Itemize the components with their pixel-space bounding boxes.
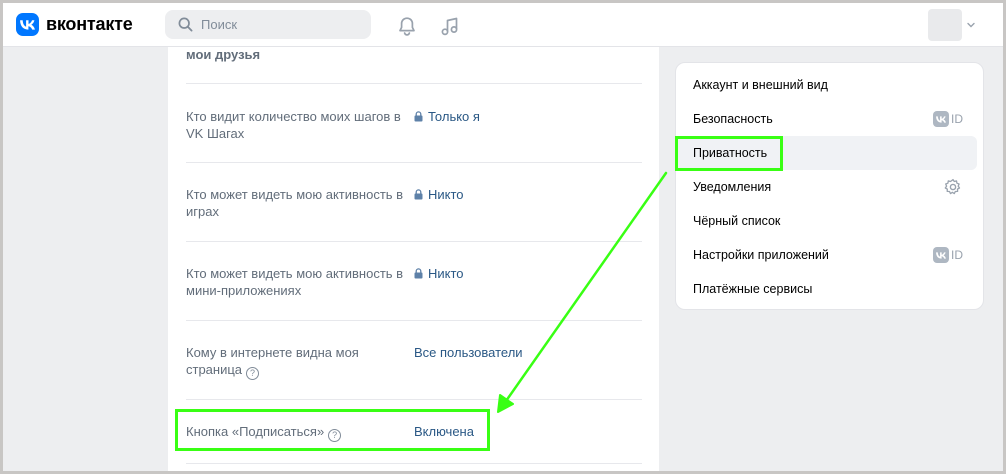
lock-icon — [414, 111, 423, 122]
search-placeholder: Поиск — [201, 17, 238, 32]
row-divider — [186, 463, 642, 464]
menu-item-notifications[interactable]: Уведомления — [676, 170, 977, 204]
section-label: мои друзья — [186, 47, 261, 62]
lock-icon — [414, 189, 423, 200]
vk-logo-icon — [16, 13, 39, 36]
lock-icon — [414, 268, 423, 279]
row-divider — [186, 162, 642, 163]
row-divider — [186, 241, 642, 242]
setting-value-text: Все пользователи — [414, 345, 523, 360]
search-icon — [177, 17, 193, 33]
search-input[interactable]: Поиск — [165, 10, 371, 39]
menu-item-label: Уведомления — [693, 180, 772, 194]
menu-item-label: Настройки приложений — [693, 248, 829, 262]
vk-id-text: ID — [951, 248, 963, 262]
menu-item-payments[interactable]: Платёжные сервисы — [676, 272, 977, 306]
gear-icon[interactable] — [944, 178, 962, 196]
setting-value-internet[interactable]: Все пользователи — [414, 344, 523, 361]
menu-item-account[interactable]: Аккаунт и внешний вид — [676, 68, 977, 102]
logo-text: вконтакте — [46, 14, 133, 34]
vk-logo[interactable]: вконтакте — [16, 13, 133, 36]
menu-item-security[interactable]: Безопасность ID — [676, 102, 977, 136]
setting-label-subscribe: Кнопка «Подписаться»? — [186, 423, 411, 442]
setting-label-text: Кому в интернете видна моя страница — [186, 345, 359, 377]
setting-label-text: Кнопка «Подписаться» — [186, 424, 325, 439]
top-header: вконтакте Поиск — [3, 3, 1003, 47]
vk-id-text: ID — [951, 112, 963, 126]
menu-item-label: Приватность — [693, 146, 768, 160]
menu-item-app-settings[interactable]: Настройки приложений ID — [676, 238, 977, 272]
setting-label-miniapps: Кто может видеть мою активность в мини-п… — [186, 266, 404, 298]
music-icon[interactable] — [439, 15, 461, 37]
vk-logo-icon — [933, 247, 949, 263]
menu-item-label: Безопасность — [693, 112, 773, 126]
menu-item-blacklist[interactable]: Чёрный список — [676, 204, 977, 238]
screenshot-frame: вконтакте Поиск мои друзья Кто видит кол… — [0, 0, 1006, 474]
settings-menu: Аккаунт и внешний вид Безопасность ID Пр… — [675, 62, 984, 310]
setting-label-internet: Кому в интернете видна моя страница? — [186, 344, 411, 380]
menu-item-label: Платёжные сервисы — [693, 282, 813, 296]
setting-value-miniapps[interactable]: Никто — [414, 265, 464, 282]
avatar[interactable] — [928, 9, 962, 41]
help-icon[interactable]: ? — [246, 367, 260, 380]
setting-label-games: Кто может видеть мою активность в играх — [186, 187, 404, 219]
setting-value-text: Никто — [428, 187, 464, 202]
setting-value-steps[interactable]: Только я — [414, 108, 480, 125]
vk-logo-icon — [933, 111, 949, 127]
menu-item-label: Чёрный список — [693, 214, 781, 228]
setting-value-subscribe[interactable]: Включена — [414, 423, 474, 440]
bell-icon[interactable] — [396, 15, 418, 37]
privacy-settings-card: мои друзья Кто видит количество моих шаг… — [168, 47, 659, 471]
row-divider — [186, 83, 642, 84]
row-divider — [186, 320, 642, 321]
vk-id-badge: ID — [933, 247, 963, 263]
menu-item-privacy[interactable]: Приватность — [676, 136, 977, 170]
setting-label-steps: Кто видит количество моих шагов в VK Шаг… — [186, 109, 401, 141]
setting-value-text: Никто — [428, 266, 464, 281]
vk-id-badge: ID — [933, 111, 963, 127]
setting-value-games[interactable]: Никто — [414, 186, 464, 203]
menu-item-label: Аккаунт и внешний вид — [693, 78, 828, 92]
chevron-down-icon[interactable] — [966, 20, 976, 30]
setting-value-text: Только я — [428, 109, 480, 124]
help-icon[interactable]: ? — [328, 429, 342, 442]
setting-value-text: Включена — [414, 424, 474, 439]
row-divider — [186, 399, 642, 400]
